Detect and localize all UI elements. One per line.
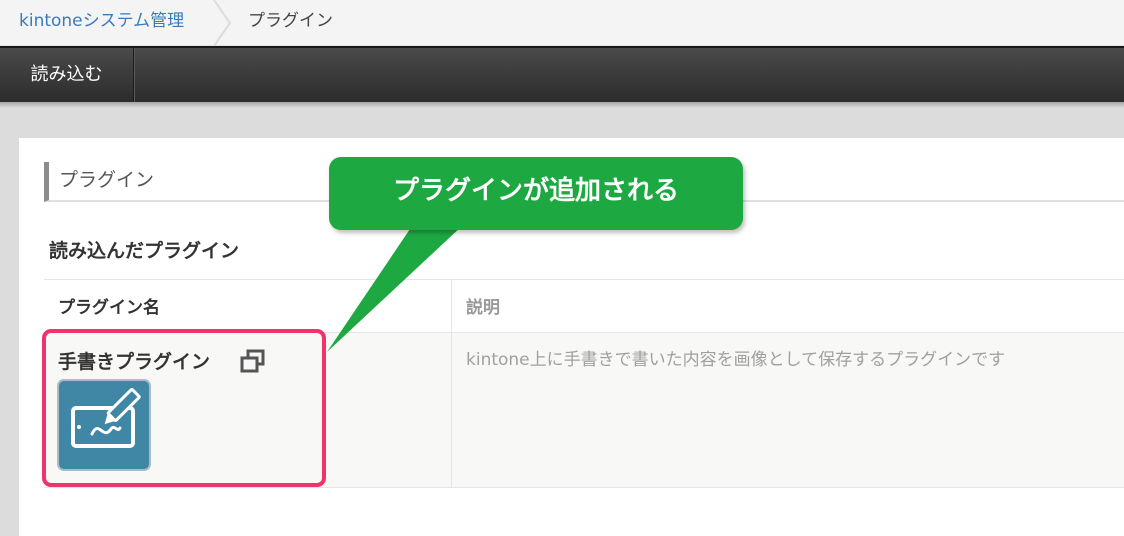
toolbar: 読み込む [0, 46, 1124, 102]
column-divider [451, 280, 452, 487]
plugin-description: kintone上に手書きで書いた内容を画像として保存するプラグインです [466, 350, 1006, 370]
loaded-plugins-heading: 読み込んだプラグイン [49, 240, 240, 262]
callout-bubble: プラグインが追加される [329, 157, 743, 230]
page: kintoneシステム管理 プラグイン 読み込む プラグイン 読み込んだプラグイ… [0, 0, 1124, 536]
column-header-name: プラグイン名 [58, 298, 160, 318]
import-button[interactable]: 読み込む [0, 48, 134, 102]
breadcrumb-separator-icon [213, 0, 232, 46]
callout-text: プラグインが追加される [392, 176, 679, 206]
section-title-label: プラグイン [59, 169, 155, 191]
breadcrumb-link-system-admin[interactable]: kintoneシステム管理 [19, 10, 184, 32]
highlight-box [42, 329, 326, 487]
column-header-description: 説明 [466, 298, 500, 318]
table-header-row: プラグイン名 説明 [44, 280, 1124, 333]
toolbar-shadow [0, 102, 1124, 108]
breadcrumb: kintoneシステム管理 プラグイン [0, 0, 1124, 46]
breadcrumb-current: プラグイン [248, 11, 333, 31]
